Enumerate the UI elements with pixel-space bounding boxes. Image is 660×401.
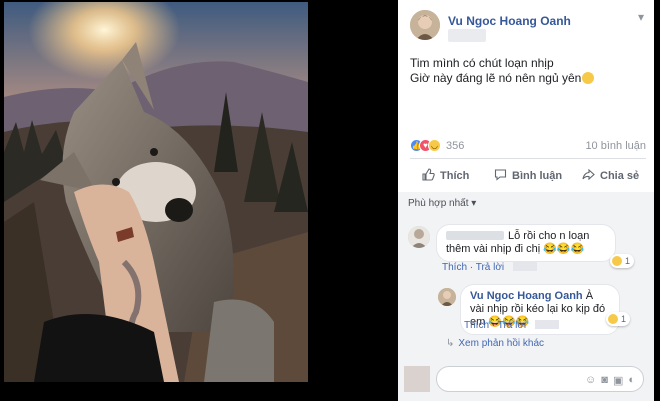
current-user-avatar — [404, 366, 430, 392]
comment-reaction-count: 1 — [625, 256, 631, 266]
comment-reaction[interactable]: 1 — [610, 254, 635, 268]
post-actions: Thích Bình luận Chia sẻ — [410, 164, 646, 186]
post-panel: Vu Ngoc Hoang Oanh ▾ Tim mình có chút lo… — [398, 0, 654, 401]
author-name[interactable]: Vu Ngoc Hoang Oanh — [448, 14, 571, 28]
chevron-down-icon[interactable]: ▾ — [638, 10, 644, 24]
commenter-name-blurred[interactable] — [446, 231, 504, 240]
comment-time-blurred — [512, 262, 537, 271]
post-header: Vu Ngoc Hoang Oanh ▾ — [410, 10, 650, 50]
see-more-label: Xem phản hồi khác — [458, 338, 545, 349]
post-text: Tim mình có chút loạn nhịp Giờ này đáng … — [410, 56, 646, 86]
comment-input[interactable]: ☺ ◙ ▣ ◐ — [436, 366, 644, 392]
post-text-line2: Giờ này đáng lẽ nó nên ngủ yên — [410, 71, 582, 85]
like-button[interactable]: Thích — [422, 168, 469, 184]
reply-actions: Thích · Trả lời — [464, 320, 559, 331]
sort-arrow-icon: ▾ — [471, 198, 477, 209]
comment-sort-dropdown[interactable]: Phù hợp nhất ▾ — [408, 198, 476, 209]
share-button[interactable]: Chia sẻ — [582, 168, 639, 184]
haha-reaction-icon — [608, 314, 618, 324]
author-avatar-image — [410, 10, 440, 40]
emoji-icon[interactable]: ☺ — [585, 374, 596, 387]
write-comment-box: ☺ ◙ ▣ ◐ — [404, 364, 648, 396]
reply-reply-link[interactable]: Trả lời — [498, 320, 526, 331]
reply-arrow-icon: ↳ — [446, 338, 455, 349]
post-text-line1: Tim mình có chút loạn nhịp — [410, 56, 554, 70]
reply-time-blurred — [534, 320, 559, 329]
comment-label: Bình luận — [512, 170, 563, 182]
divider — [410, 158, 646, 159]
haha-reaction-icon — [612, 256, 622, 266]
comment-button[interactable]: Bình luận — [494, 168, 562, 184]
speech-bubble-icon — [494, 168, 507, 184]
share-arrow-icon — [582, 168, 595, 184]
comment-like-link[interactable]: Thích — [442, 262, 467, 273]
sort-label: Phù hợp nhất — [408, 198, 469, 209]
comment-reply-link[interactable]: Trả lời — [476, 262, 504, 273]
gif-icon[interactable]: ▣ — [613, 374, 623, 387]
reply-like-link[interactable]: Thích — [464, 320, 489, 331]
like-label: Thích — [440, 170, 470, 182]
reply-author-avatar[interactable] — [438, 288, 456, 306]
see-more-replies-link[interactable]: ↳ Xem phản hồi khác — [446, 338, 544, 349]
thumbs-up-icon — [422, 168, 435, 184]
comment-bubble: Lỗ rồi cho n loạn thêm vài nhịp đi chị 😂… — [436, 224, 616, 262]
sticker-icon[interactable]: ◐ — [628, 374, 635, 387]
reply-author-name[interactable]: Vu Ngoc Hoang Oanh — [470, 290, 583, 302]
wolf-dog-photo — [4, 2, 308, 382]
comment-tools: ☺ ◙ ▣ ◐ — [585, 374, 635, 387]
reaction-count[interactable]: 356 — [446, 140, 464, 152]
commenter-avatar[interactable] — [408, 226, 430, 248]
share-label: Chia sẻ — [600, 170, 640, 182]
post-timestamp-blurred — [448, 29, 486, 42]
comment-count[interactable]: 10 bình luận — [585, 140, 646, 152]
reaction-summary[interactable]: 👍 ♥ ◡ 356 10 bình luận — [410, 138, 646, 154]
reply-reaction-count: 1 — [621, 314, 627, 324]
comments-section: Phù hợp nhất ▾ Lỗ rồi cho n loạn thêm và… — [398, 192, 654, 401]
reply-reaction[interactable]: 1 — [606, 312, 631, 326]
haha-reaction-icon: ◡ — [428, 139, 441, 152]
haha-emoji-icon: 😂😂😂 — [543, 243, 585, 255]
camera-icon[interactable]: ◙ — [601, 374, 608, 387]
sleepy-emoji-icon — [582, 72, 595, 84]
post-photo[interactable] — [4, 2, 308, 382]
author-avatar[interactable] — [410, 10, 440, 40]
comment-actions: Thích · Trả lời — [442, 262, 537, 273]
